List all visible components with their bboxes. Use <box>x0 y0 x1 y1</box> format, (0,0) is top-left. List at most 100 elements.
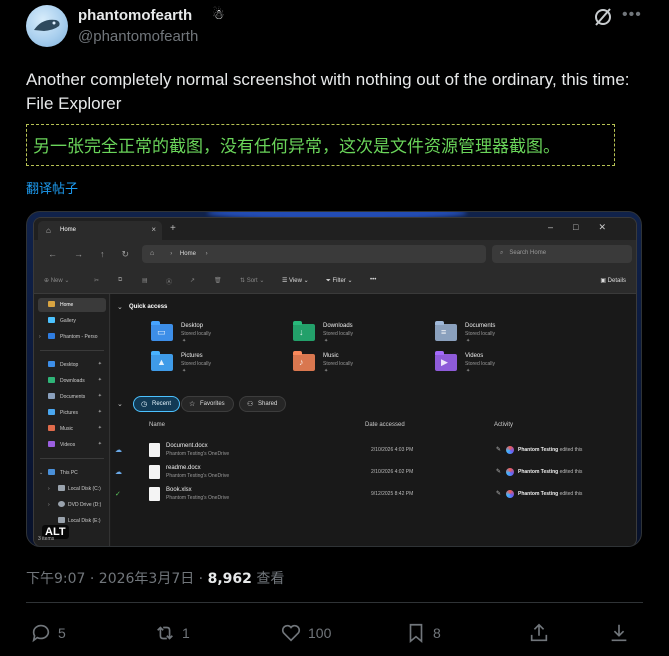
media-image[interactable]: ⌂ Home × + –□✕ ←→↑↻ ⌂ › Home › ⌕ Search Ho… <box>26 211 642 547</box>
sidebar-item-downloads[interactable]: Downloads ✦ <box>38 374 106 388</box>
search-input[interactable]: ⌕ Search Home <box>492 245 632 263</box>
file-activity: Phantom Testing edited this <box>518 447 582 453</box>
sidebar-item-videos[interactable]: Videos ✦ <box>38 438 106 452</box>
status-bar-count: 3 items <box>38 536 55 542</box>
downloads-icon <box>48 377 55 383</box>
rename-icon[interactable]: Ⓐ <box>166 277 172 286</box>
sidebar-item-music[interactable]: Music ✦ <box>38 422 106 436</box>
filter-label: Filter <box>332 278 346 284</box>
star-icon: ☆ <box>189 401 196 408</box>
sidebar-item-this-pc[interactable]: This PC <box>38 466 106 480</box>
grok-icon[interactable] <box>593 7 613 27</box>
post-timestamp[interactable]: 下午9:07 · 2026年3月7日 · <box>26 571 208 587</box>
handle[interactable]: @phantomofearth <box>78 28 198 45</box>
sidebar-item-label: DVD Drive (D:) <box>68 502 102 508</box>
file-location: Phantom Testing's OneDrive <box>166 473 230 479</box>
new-tab-button[interactable]: + <box>170 223 176 234</box>
file-row[interactable]: ✓ Book.xlsx Phantom Testing's OneDrive 9… <box>111 484 636 506</box>
forward-icon[interactable]: → <box>74 249 100 259</box>
more-button[interactable]: ••• <box>370 277 376 283</box>
pin-icon: ✦ <box>97 361 102 367</box>
new-button[interactable]: ⊕ New ⌄ <box>44 277 69 284</box>
avatar[interactable] <box>26 5 68 47</box>
music-folder-icon: ♪ <box>293 354 315 371</box>
sidebar-item-label: Videos <box>60 442 76 448</box>
close-window-icon[interactable]: ✕ <box>598 222 626 232</box>
folder-name: Videos <box>465 353 484 359</box>
display-name[interactable]: phantomofearth <box>78 7 192 24</box>
folder-downloads[interactable]: ↓ Downloads Stored locally ✦ <box>293 322 423 350</box>
minimize-icon[interactable]: – <box>548 222 573 232</box>
maximize-icon[interactable]: □ <box>573 222 598 232</box>
pencil-icon: ✎ <box>496 447 502 453</box>
file-date: 9/12/2025 8:42 PM <box>371 491 414 497</box>
file-row[interactable]: ☁ readme.docx Phantom Testing's OneDrive… <box>111 462 636 484</box>
navigation-pane: Home Gallery › Phantom - Perso Desktop ✦ … <box>34 294 110 546</box>
sort-button[interactable]: ⇅ Sort ⌄ <box>240 277 264 284</box>
sidebar-item-documents[interactable]: Documents ✦ <box>38 390 106 404</box>
more-options-icon[interactable]: ••• <box>622 6 642 24</box>
like-count: 100 <box>308 625 332 641</box>
address-bar-row: ←→↑↻ ⌂ › Home › ⌕ Search Home <box>34 240 636 268</box>
synced-check-icon: ✓ <box>115 491 121 498</box>
sidebar-item-onedrive[interactable]: Phantom - Perso <box>38 330 106 344</box>
delete-icon[interactable]: 🗑 <box>214 277 222 284</box>
file-location: Phantom Testing's OneDrive <box>166 451 230 457</box>
views-label: 查看 <box>251 571 285 587</box>
activity-text: edited this <box>558 447 583 453</box>
column-header-date[interactable]: Date accessed <box>365 422 405 428</box>
up-icon[interactable]: ↑ <box>100 249 122 259</box>
details-label: Details <box>607 278 626 284</box>
tab-favorites[interactable]: ☆ Favorites <box>181 396 234 412</box>
sidebar-item-desktop[interactable]: Desktop ✦ <box>38 358 106 372</box>
copy-icon[interactable]: ⧉ <box>118 277 122 284</box>
file-row[interactable]: ☁ Document.docx Phantom Testing's OneDri… <box>111 440 636 462</box>
sidebar-item-pictures[interactable]: Pictures ✦ <box>38 406 106 420</box>
folder-name: Music <box>323 353 339 359</box>
document-icon <box>149 465 160 479</box>
pictures-folder-icon: ▲ <box>151 354 173 371</box>
sidebar-item-label: Music <box>60 426 74 432</box>
chevron-down-icon[interactable]: ⌄ <box>117 303 123 311</box>
back-icon[interactable]: ← <box>48 249 74 259</box>
close-tab-icon[interactable]: × <box>151 225 156 234</box>
sidebar-item-dvd-drive[interactable]: DVD Drive (D:) <box>38 498 106 512</box>
folder-documents[interactable]: ≡ Documents Stored locally ✦ <box>435 322 565 350</box>
chevron-down-icon[interactable]: ⌄ <box>117 400 123 408</box>
document-icon <box>149 487 160 501</box>
folder-status: Stored locally <box>181 331 212 337</box>
cut-icon[interactable]: ✂ <box>94 277 99 284</box>
reply-icon <box>32 624 50 643</box>
home-icon: ⌂ <box>150 250 155 257</box>
sidebar-item-gallery[interactable]: Gallery <box>38 314 106 328</box>
folder-pictures[interactable]: ▲ Pictures Stored locally ✦ <box>151 352 281 380</box>
filter-button[interactable]: ⏷ Filter ⌄ <box>326 277 353 285</box>
tab-label: Recent <box>152 401 172 407</box>
tab-shared[interactable]: ⚇ Shared <box>239 396 287 412</box>
share-icon[interactable]: ↗ <box>190 277 195 284</box>
column-header-name[interactable]: Name <box>149 422 165 428</box>
column-header-activity[interactable]: Activity <box>494 422 513 428</box>
folder-videos[interactable]: ▶ Videos Stored locally ✦ <box>435 352 565 380</box>
folder-desktop[interactable]: ▭ Desktop Stored locally ✦ <box>151 322 281 350</box>
paste-icon[interactable]: ▤ <box>142 277 148 284</box>
sidebar-item-home[interactable]: Home <box>38 298 106 312</box>
folder-music[interactable]: ♪ Music Stored locally ✦ <box>293 352 423 380</box>
folder-status: Stored locally <box>323 331 354 337</box>
pin-icon: ✦ <box>466 368 471 374</box>
user-avatar-icon <box>506 490 514 498</box>
view-button[interactable]: ☰ View ⌄ <box>282 277 309 284</box>
user-avatar-icon <box>506 446 514 454</box>
translate-post-link[interactable]: 翻译帖子 <box>26 178 78 197</box>
details-button[interactable]: ▣ Details <box>600 277 626 284</box>
sidebar-item-local-disk-c[interactable]: Local Disk (C:) <box>38 482 106 496</box>
folder-glyph: ♪ <box>299 357 304 367</box>
activity-text: edited this <box>558 491 583 497</box>
tab-home[interactable]: ⌂ Home × <box>38 221 162 240</box>
address-field[interactable]: ⌂ › Home › <box>142 245 486 263</box>
tab-recent[interactable]: ◷ Recent <box>133 396 181 412</box>
share-icon <box>530 623 548 642</box>
drive-icon <box>58 517 65 523</box>
pin-icon: ✦ <box>182 338 187 344</box>
pin-icon: ✦ <box>324 338 329 344</box>
